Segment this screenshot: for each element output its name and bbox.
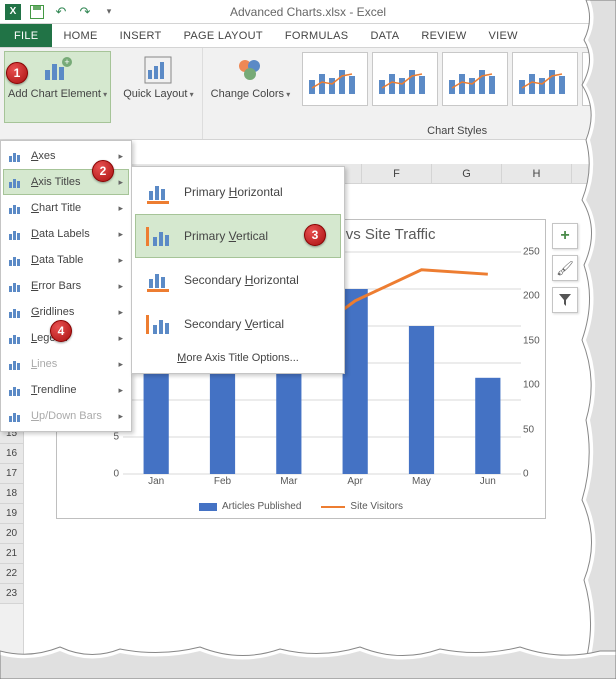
tab-data[interactable]: DATA [359, 24, 410, 47]
chart-style-1[interactable] [302, 52, 368, 106]
tab-view[interactable]: VIEW [478, 24, 529, 47]
row-header-22[interactable]: 22 [0, 564, 23, 584]
tab-formulas[interactable]: FORMULAS [274, 24, 360, 47]
chart-style-3[interactable] [442, 52, 508, 106]
menu-item-up-down-bars: Up/Down Bars▸ [3, 403, 129, 429]
tab-insert[interactable]: INSERT [109, 24, 173, 47]
undo-button[interactable]: ↶ [50, 2, 72, 22]
change-colors-icon [236, 56, 264, 84]
chart-styles-gallery[interactable]: Chart Styles [298, 48, 616, 139]
menu-item-data-labels[interactable]: Data Labels▸ [3, 221, 129, 247]
callout-2: 2 [92, 160, 114, 182]
chart-element-icon: + [43, 56, 73, 84]
menu-item-data-table[interactable]: Data Table▸ [3, 247, 129, 273]
change-colors-button[interactable]: Change Colors ▾ [207, 51, 295, 123]
callout-4: 4 [50, 320, 72, 342]
x-axis: JanFebMarAprMayJun [123, 476, 521, 490]
row-header-19[interactable]: 19 [0, 504, 23, 524]
submenu-item-primary-horizontal[interactable]: Primary Horizontal [135, 170, 341, 214]
legend-item-line[interactable]: Site Visitors [321, 501, 403, 512]
redo-button[interactable]: ↷ [74, 2, 96, 22]
tab-page-layout[interactable]: PAGE LAYOUT [173, 24, 274, 47]
chart-legend: Articles Published Site Visitors [57, 501, 545, 512]
menu-item-lines: Lines▸ [3, 351, 129, 377]
col-header-g[interactable]: G [432, 164, 502, 183]
menu-item-chart-title[interactable]: Chart Title▸ [3, 195, 129, 221]
legend-item-bars[interactable]: Articles Published [199, 501, 301, 512]
callout-3: 3 [304, 224, 326, 246]
funnel-icon [558, 293, 572, 307]
ribbon-tabs: FILE HOME INSERT PAGE LAYOUT FORMULAS DA… [0, 24, 616, 48]
ribbon-body: + Add Chart Element ▾ Quick Layout ▾ [0, 48, 616, 140]
axis-titles-submenu: Primary HorizontalPrimary VerticalSecond… [131, 166, 345, 374]
title-bar: ↶ ↷ ▾ Advanced Charts.xlsx - Excel [0, 0, 616, 24]
tab-review[interactable]: REVIEW [410, 24, 477, 47]
quick-access-toolbar: ↶ ↷ ▾ [2, 2, 120, 22]
quick-layout-button[interactable]: Quick Layout ▾ [119, 51, 197, 123]
legend-swatch-bar [199, 503, 217, 511]
tab-file[interactable]: FILE [0, 24, 52, 47]
qat-customize-button[interactable]: ▾ [98, 2, 120, 22]
col-header-h[interactable]: H [502, 164, 572, 183]
row-header-17[interactable]: 17 [0, 464, 23, 484]
chart-elements-button[interactable]: + [552, 223, 578, 249]
quick-layout-icon [144, 56, 172, 84]
svg-text:+: + [64, 57, 69, 67]
legend-label-bars: Articles Published [222, 501, 301, 512]
callout-1: 1 [6, 62, 28, 84]
chart-styles-label: Chart Styles [298, 125, 616, 137]
legend-label-line: Site Visitors [350, 501, 403, 512]
menu-item-trendline[interactable]: Trendline▸ [3, 377, 129, 403]
row-header-23[interactable]: 23 [0, 584, 23, 604]
legend-swatch-line [321, 506, 345, 508]
add-chart-element-menu: Axes▸Axis Titles▸Chart Title▸Data Labels… [0, 140, 132, 432]
submenu-item-secondary-vertical[interactable]: Secondary Vertical [135, 302, 341, 346]
chart-style-4[interactable] [512, 52, 578, 106]
secondary-y-axis: 050100150200250 [521, 252, 545, 474]
save-button[interactable] [26, 2, 48, 22]
chart-styles-button[interactable]: 🖌 [552, 255, 578, 281]
submenu-item-secondary-horizontal[interactable]: Secondary Horizontal [135, 258, 341, 302]
chart-style-2[interactable] [372, 52, 438, 106]
menu-item-error-bars[interactable]: Error Bars▸ [3, 273, 129, 299]
chart-style-5[interactable] [582, 52, 616, 106]
submenu-more-options[interactable]: More Axis Title Options... [135, 346, 341, 370]
excel-icon[interactable] [2, 2, 24, 22]
row-header-16[interactable]: 16 [0, 444, 23, 464]
row-header-21[interactable]: 21 [0, 544, 23, 564]
row-header-18[interactable]: 18 [0, 484, 23, 504]
row-header-20[interactable]: 20 [0, 524, 23, 544]
tab-home[interactable]: HOME [52, 24, 108, 47]
chart-filters-button[interactable] [552, 287, 578, 313]
col-header-f[interactable]: F [362, 164, 432, 183]
